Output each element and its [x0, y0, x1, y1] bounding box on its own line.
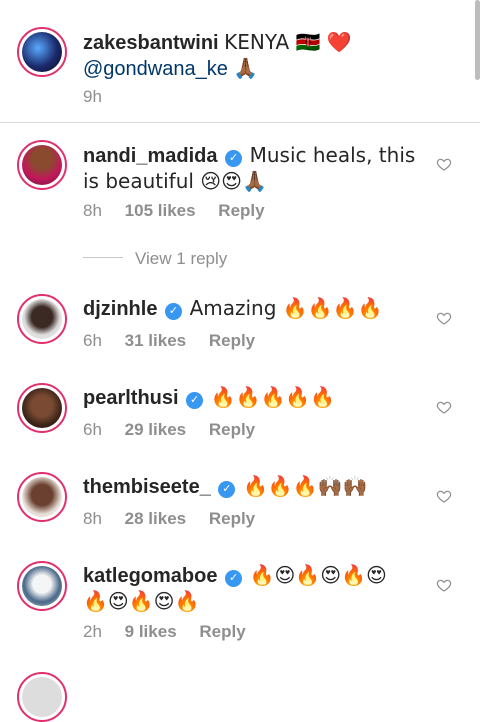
- comment-time: 6h: [83, 331, 102, 350]
- avatar[interactable]: [17, 472, 67, 522]
- comment-body: 🔥🔥🔥🙌🏾🙌🏾: [242, 474, 368, 498]
- comment-likes[interactable]: 29 likes: [125, 420, 186, 439]
- comment-time: 2h: [83, 622, 102, 641]
- comment-meta: 2h 9 likes Reply: [83, 622, 264, 642]
- caption: zakesbantwini KENYA 🇰🇪 ❤️ @gondwana_ke 🙏…: [0, 0, 480, 122]
- comment-body: 🔥😍🔥😍🔥😍: [249, 563, 387, 587]
- verified-badge-icon: ✓: [218, 481, 236, 498]
- view-replies-button[interactable]: View 1 reply: [135, 249, 227, 269]
- verified-badge-icon: ✓: [225, 150, 243, 167]
- caption-body: KENYA 🇰🇪 ❤️: [224, 30, 352, 54]
- comment-meta: 6h 31 likes Reply: [83, 331, 273, 351]
- avatar[interactable]: [17, 383, 67, 433]
- heart-icon[interactable]: [436, 399, 452, 415]
- comment-body: Amazing 🔥🔥🔥🔥: [189, 296, 383, 320]
- avatar[interactable]: [17, 672, 67, 722]
- comment-time: 8h: [83, 509, 102, 528]
- divider: [0, 122, 480, 123]
- comment-username[interactable]: nandi_madida: [83, 145, 217, 167]
- comment-text: djzinhle ✓ Amazing 🔥🔥🔥🔥: [83, 296, 423, 322]
- reply-button[interactable]: Reply: [218, 201, 264, 220]
- heart-icon[interactable]: [436, 488, 452, 504]
- comment-meta: 6h 29 likes Reply: [83, 420, 273, 440]
- comment-username[interactable]: djzinhle: [83, 298, 157, 320]
- caption-time: 9h: [83, 87, 102, 106]
- avatar[interactable]: [17, 27, 67, 77]
- caption-text: zakesbantwini KENYA 🇰🇪 ❤️ @gondwana_ke 🙏…: [83, 30, 423, 82]
- comment-body-line2: is beautiful 😢😍🙏🏾: [83, 169, 267, 193]
- caption-meta: 9h: [83, 87, 120, 107]
- comment-text: pearlthusi ✓ 🔥🔥🔥🔥🔥: [83, 385, 423, 411]
- comment-text: nandi_madida ✓ Music heals, this is beau…: [83, 143, 423, 195]
- reply-button[interactable]: Reply: [209, 420, 255, 439]
- comment-username[interactable]: pearlthusi: [83, 387, 179, 409]
- avatar[interactable]: [17, 561, 67, 611]
- comment-likes[interactable]: 105 likes: [125, 201, 196, 220]
- verified-badge-icon: ✓: [165, 303, 183, 320]
- caption-mention-emoji: 🙏🏾: [233, 56, 259, 80]
- comment-likes[interactable]: 31 likes: [125, 331, 186, 350]
- reply-button[interactable]: Reply: [199, 622, 245, 641]
- verified-badge-icon: ✓: [225, 570, 243, 587]
- comment-meta: 8h 28 likes Reply: [83, 509, 273, 529]
- comment-time: 6h: [83, 420, 102, 439]
- reply-button[interactable]: Reply: [209, 509, 255, 528]
- comment-meta: 8h 105 likes Reply: [83, 201, 283, 221]
- comment-time: 8h: [83, 201, 102, 220]
- avatar[interactable]: [17, 294, 67, 344]
- avatar[interactable]: [17, 140, 67, 190]
- caption-mention[interactable]: @gondwana_ke: [83, 58, 228, 80]
- comment-text: thembiseete_ ✓ 🔥🔥🔥🙌🏾🙌🏾: [83, 474, 423, 500]
- reply-button[interactable]: Reply: [209, 331, 255, 350]
- comment-username[interactable]: thembiseete_: [83, 476, 211, 498]
- caption-username[interactable]: zakesbantwini: [83, 32, 219, 54]
- comment-text: katlegomaboe ✓ 🔥😍🔥😍🔥😍 🔥😍🔥😍🔥: [83, 563, 423, 615]
- comment-username[interactable]: katlegomaboe: [83, 565, 217, 587]
- heart-icon[interactable]: [436, 156, 452, 172]
- comment-body: 🔥🔥🔥🔥🔥: [210, 385, 336, 409]
- comment-body: Music heals, this: [249, 143, 416, 167]
- verified-badge-icon: ✓: [186, 392, 204, 409]
- comment-body-line2: 🔥😍🔥😍🔥: [83, 589, 200, 613]
- comment-likes[interactable]: 9 likes: [125, 622, 177, 641]
- view-replies-line: [83, 257, 123, 258]
- heart-icon[interactable]: [436, 577, 452, 593]
- comment-likes[interactable]: 28 likes: [125, 509, 186, 528]
- heart-icon[interactable]: [436, 310, 452, 326]
